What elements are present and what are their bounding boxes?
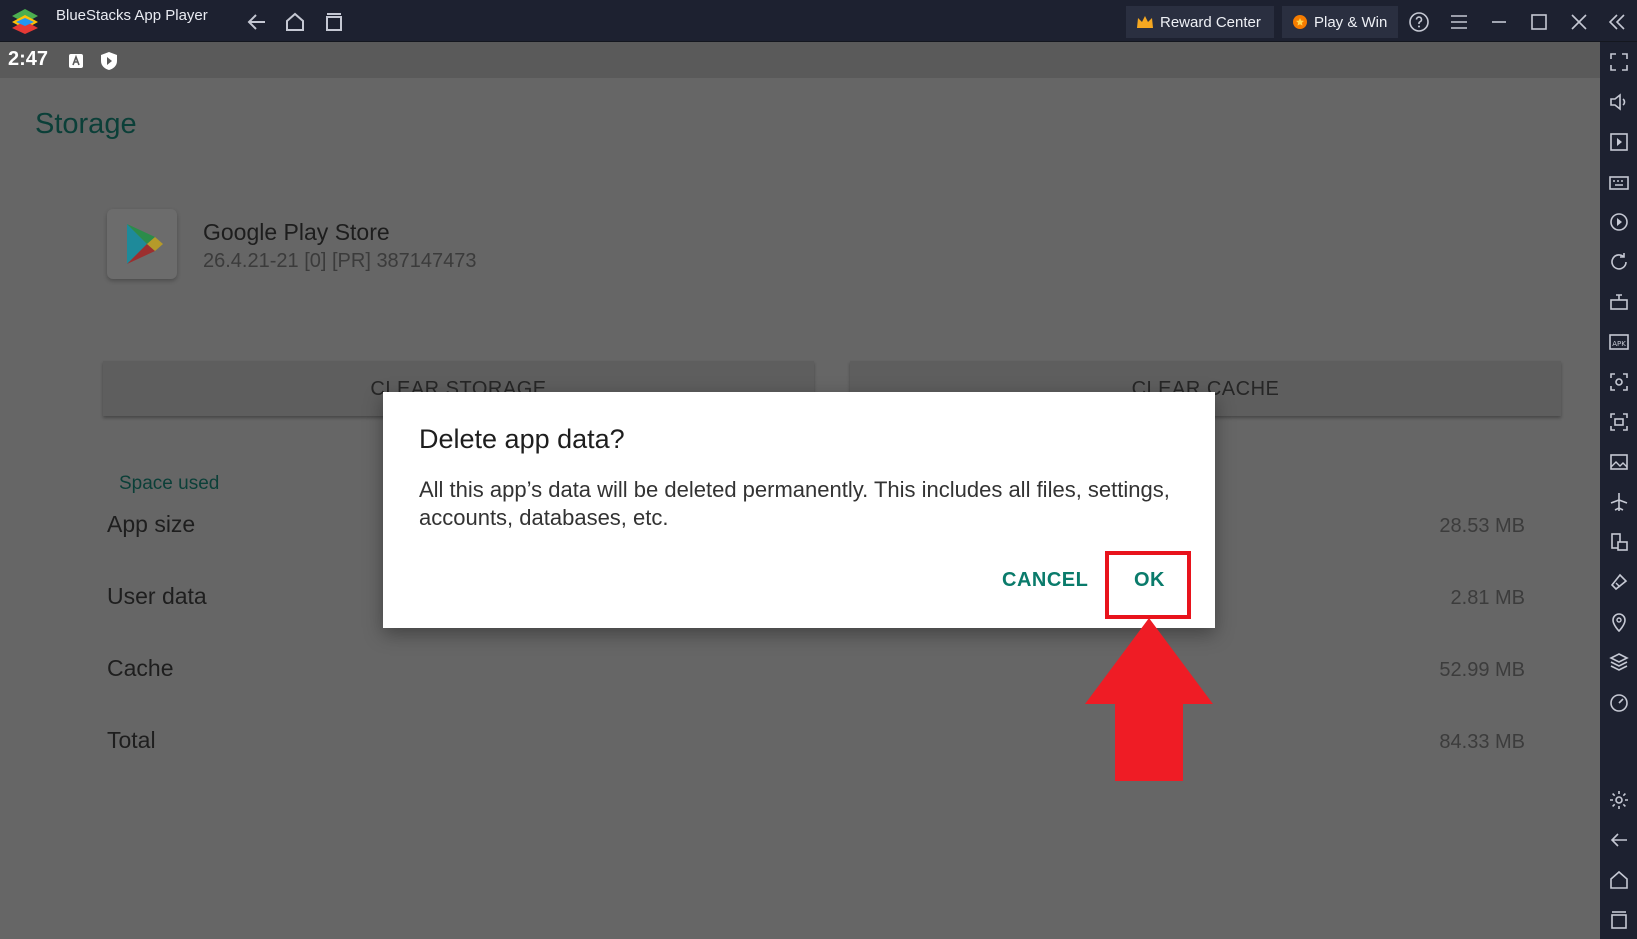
keyboard-icon[interactable] [1608, 171, 1630, 193]
settings-icon[interactable] [1608, 789, 1630, 811]
bluestacks-logo-icon [12, 9, 38, 34]
game-controls-icon[interactable] [1608, 291, 1630, 313]
cache-label: Cache [107, 655, 174, 681]
play-win-button[interactable]: Play & Win [1282, 6, 1398, 38]
crown-icon [1137, 16, 1153, 28]
window-title: BlueStacks App Player [56, 7, 208, 24]
reward-center-label: Reward Center [1160, 13, 1261, 31]
maximize-icon[interactable] [1528, 11, 1550, 33]
recents-icon[interactable] [322, 10, 346, 34]
performance-icon[interactable] [1608, 691, 1630, 713]
airplane-icon[interactable] [1608, 491, 1630, 513]
app-name: Google Play Store [203, 219, 390, 245]
gallery-icon[interactable] [1608, 451, 1630, 473]
shield-play-icon [101, 52, 117, 70]
home-icon[interactable] [1608, 869, 1630, 891]
menu-icon[interactable] [1448, 11, 1470, 33]
cache-value: 52.99 MB [1439, 659, 1525, 681]
help-icon[interactable] [1408, 11, 1430, 33]
title-bar: BlueStacks App Player Reward Center Play… [0, 0, 1637, 42]
screenshot-icon[interactable] [1608, 371, 1630, 393]
fullscreen-icon[interactable] [1608, 51, 1630, 73]
multi-instance-icon[interactable] [1608, 531, 1630, 553]
app-version: 26.4.21-21 [0] [PR] 387147473 [203, 250, 477, 272]
play-store-icon [127, 224, 163, 264]
recents-icon[interactable] [1608, 909, 1630, 931]
play-win-label: Play & Win [1314, 13, 1388, 31]
status-clock: 2:47 [8, 48, 49, 70]
space-used-header: Space used [119, 473, 220, 494]
user-data-value: 2.81 MB [1450, 587, 1525, 609]
page-title: Storage [35, 108, 137, 140]
dialog-title: Delete app data? [419, 424, 625, 454]
right-toolbar: APK [1600, 42, 1637, 939]
delete-app-data-dialog: Delete app data? All this app’s data wil… [383, 392, 1215, 628]
app-icon-container [107, 209, 177, 279]
coin-icon [1293, 15, 1307, 29]
record-icon[interactable] [1608, 411, 1630, 433]
svg-text:APK: APK [1612, 340, 1626, 348]
total-label: Total [107, 727, 156, 753]
minimize-icon[interactable] [1488, 11, 1510, 33]
rotate-icon[interactable] [1608, 251, 1630, 273]
reward-center-button[interactable]: Reward Center [1126, 6, 1274, 38]
back-icon[interactable] [245, 10, 269, 34]
ok-highlight-box [1105, 551, 1191, 619]
app-size-value: 28.53 MB [1439, 515, 1525, 537]
home-icon[interactable] [283, 10, 307, 34]
notification-a-icon [69, 54, 83, 68]
android-status-bar: 2:47 [0, 42, 1600, 78]
back-icon[interactable] [1608, 829, 1630, 851]
cancel-button[interactable]: CANCEL [1002, 569, 1088, 592]
volume-icon[interactable] [1608, 91, 1630, 113]
app-size-label: App size [107, 511, 196, 537]
user-data-label: User data [107, 583, 207, 609]
eco-mode-icon[interactable] [1608, 571, 1630, 593]
close-icon[interactable] [1568, 11, 1590, 33]
macro-icon[interactable] [1608, 211, 1630, 233]
media-icon[interactable] [1608, 131, 1630, 153]
collapse-sidebar-icon[interactable] [1606, 11, 1628, 33]
red-arrow-icon [1085, 618, 1213, 781]
dialog-message: All this app’s data will be deleted perm… [419, 477, 1170, 530]
apk-install-icon[interactable]: APK [1608, 331, 1630, 353]
location-icon[interactable] [1608, 611, 1630, 633]
total-value: 84.33 MB [1439, 731, 1525, 753]
layers-icon[interactable] [1608, 651, 1630, 673]
